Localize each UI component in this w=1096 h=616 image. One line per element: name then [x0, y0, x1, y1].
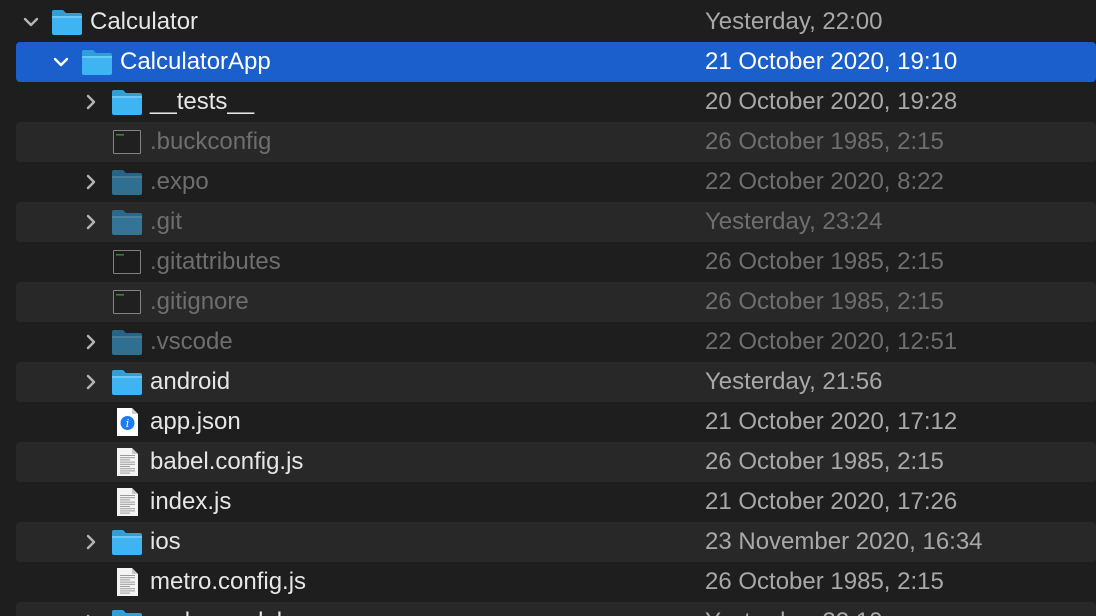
file-row[interactable]: i app.json 21 October 2020, 17:12 — [16, 402, 1096, 442]
file-row[interactable]: node_modules Yesterday, 22:10 — [16, 602, 1096, 616]
file-row[interactable]: CalculatorApp 21 October 2020, 19:10 — [16, 42, 1096, 82]
date-modified: 21 October 2020, 17:26 — [705, 488, 958, 515]
file-row[interactable]: .gitattributes 26 October 1985, 2:15 — [16, 242, 1096, 282]
chevron-right-icon[interactable] — [83, 332, 99, 352]
file-name: .vscode — [150, 328, 233, 355]
folder-icon — [110, 326, 144, 358]
date-modified: 26 October 1985, 2:15 — [705, 448, 944, 475]
file-name: __tests__ — [150, 88, 255, 115]
terminal-file-icon — [110, 246, 144, 278]
chevron-right-icon[interactable] — [83, 372, 99, 392]
file-row[interactable]: ios 23 November 2020, 16:34 — [16, 522, 1096, 562]
file-name: .expo — [150, 168, 209, 195]
file-name: .gitattributes — [150, 248, 281, 275]
folder-icon — [110, 606, 144, 616]
file-row[interactable]: .gitignore 26 October 1985, 2:15 — [16, 282, 1096, 322]
file-row[interactable]: metro.config.js 26 October 1985, 2:15 — [16, 562, 1096, 602]
file-name: .git — [150, 208, 183, 235]
chevron-right-icon[interactable] — [83, 92, 99, 112]
file-name: babel.config.js — [150, 448, 304, 475]
file-list: Calculator Yesterday, 22:00 CalculatorApp 2… — [0, 0, 1096, 616]
text-file-icon — [110, 566, 144, 598]
file-row[interactable]: android Yesterday, 21:56 — [16, 362, 1096, 402]
file-name: CalculatorApp — [120, 48, 271, 75]
date-modified: 23 November 2020, 16:34 — [705, 528, 983, 555]
date-modified: Yesterday, 21:56 — [705, 368, 883, 395]
file-row[interactable]: index.js 21 October 2020, 17:26 — [16, 482, 1096, 522]
chevron-down-icon[interactable] — [53, 52, 69, 72]
file-name: ios — [150, 528, 181, 555]
folder-icon — [110, 86, 144, 118]
file-row[interactable]: .buckconfig 26 October 1985, 2:15 — [16, 122, 1096, 162]
date-modified: 20 October 2020, 19:28 — [705, 88, 958, 115]
folder-icon — [110, 166, 144, 198]
date-modified: 21 October 2020, 17:12 — [705, 408, 958, 435]
folder-icon — [110, 206, 144, 238]
date-modified: 26 October 1985, 2:15 — [705, 288, 944, 315]
file-row[interactable]: babel.config.js 26 October 1985, 2:15 — [16, 442, 1096, 482]
date-modified: 26 October 1985, 2:15 — [705, 128, 944, 155]
folder-icon — [110, 526, 144, 558]
chevron-down-icon[interactable] — [23, 12, 39, 32]
date-modified: Yesterday, 22:00 — [705, 8, 883, 35]
json-file-icon: i — [110, 406, 144, 438]
file-row[interactable]: .vscode 22 October 2020, 12:51 — [16, 322, 1096, 362]
chevron-right-icon[interactable] — [83, 532, 99, 552]
date-modified: 26 October 1985, 2:15 — [705, 248, 944, 275]
folder-icon — [110, 366, 144, 398]
date-modified: 22 October 2020, 12:51 — [705, 328, 958, 355]
date-modified: 21 October 2020, 19:10 — [705, 48, 958, 75]
file-row[interactable]: Calculator Yesterday, 22:00 — [16, 2, 1096, 42]
terminal-file-icon — [110, 126, 144, 158]
file-row[interactable]: .expo 22 October 2020, 8:22 — [16, 162, 1096, 202]
date-modified: 26 October 1985, 2:15 — [705, 568, 944, 595]
chevron-right-icon[interactable] — [83, 612, 99, 616]
folder-icon — [80, 46, 114, 78]
date-modified: Yesterday, 22:10 — [705, 602, 882, 616]
file-name: node_modules — [150, 602, 307, 616]
file-name: .buckconfig — [150, 128, 272, 155]
terminal-file-icon — [110, 286, 144, 318]
chevron-right-icon[interactable] — [83, 172, 99, 192]
date-modified: Yesterday, 23:24 — [705, 208, 883, 235]
folder-icon — [50, 6, 84, 38]
svg-text:i: i — [126, 417, 130, 430]
file-row[interactable]: __tests__ 20 October 2020, 19:28 — [16, 82, 1096, 122]
file-name: android — [150, 368, 231, 395]
text-file-icon — [110, 486, 144, 518]
date-modified: 22 October 2020, 8:22 — [705, 168, 944, 195]
file-row[interactable]: .git Yesterday, 23:24 — [16, 202, 1096, 242]
text-file-icon — [110, 446, 144, 478]
chevron-right-icon[interactable] — [83, 212, 99, 232]
file-name: app.json — [150, 408, 241, 435]
file-name: index.js — [150, 488, 232, 515]
file-name: metro.config.js — [150, 568, 307, 595]
file-name: Calculator — [90, 8, 199, 35]
file-name: .gitignore — [150, 288, 249, 315]
